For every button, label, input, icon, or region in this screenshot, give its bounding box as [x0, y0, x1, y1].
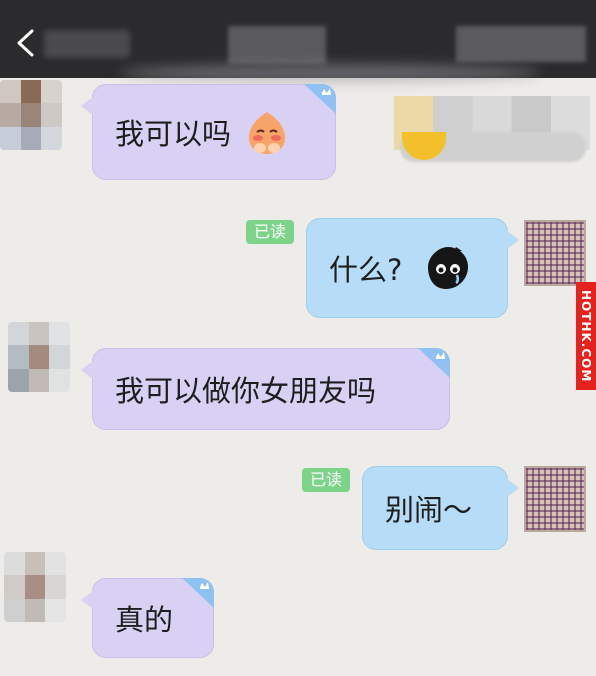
message-text: 什么? [329, 253, 403, 287]
read-status-badge: 已读 [246, 220, 295, 244]
bubble-tail [81, 361, 93, 379]
message-bubble-sent[interactable]: 别闹～ [362, 466, 519, 550]
bubble-tail [507, 479, 519, 497]
crown-badge [304, 84, 336, 114]
message-bubble-received[interactable]: 真的 [81, 578, 214, 658]
message-text: 别闹～ [385, 493, 473, 527]
shy-peach-emoji-icon [249, 112, 286, 154]
avatar[interactable] [8, 322, 70, 392]
page-title-blurred [44, 30, 130, 58]
avatar[interactable] [0, 80, 62, 150]
blurred-region [456, 26, 586, 62]
blurred-region [228, 26, 326, 64]
read-status-badge: 已读 [302, 468, 351, 492]
watermark: HOTHK.COM [576, 282, 596, 390]
message-bubble-received[interactable]: 我可以做你女朋友吗 [81, 348, 450, 430]
message-bubble-sent[interactable]: 什么? [306, 218, 519, 318]
avatar[interactable] [524, 466, 586, 532]
crown-badge [182, 578, 214, 608]
blurred-notification [394, 96, 590, 162]
chevron-left-icon[interactable] [14, 28, 36, 58]
bubble-tail [81, 97, 93, 115]
black-ghost-emoji-icon [428, 247, 469, 289]
blurred-region [120, 64, 540, 82]
message-text: 我可以吗 [115, 117, 232, 151]
message-bubble-received[interactable]: 我可以吗 [81, 84, 336, 180]
message-text: 真的 [115, 603, 174, 637]
avatar[interactable] [524, 220, 586, 286]
message-text: 我可以做你女朋友吗 [115, 374, 377, 408]
top-bar [0, 0, 596, 82]
avatar[interactable] [4, 552, 66, 622]
crown-badge [418, 348, 450, 378]
bubble-tail [507, 231, 519, 249]
bubble-tail [81, 591, 93, 609]
